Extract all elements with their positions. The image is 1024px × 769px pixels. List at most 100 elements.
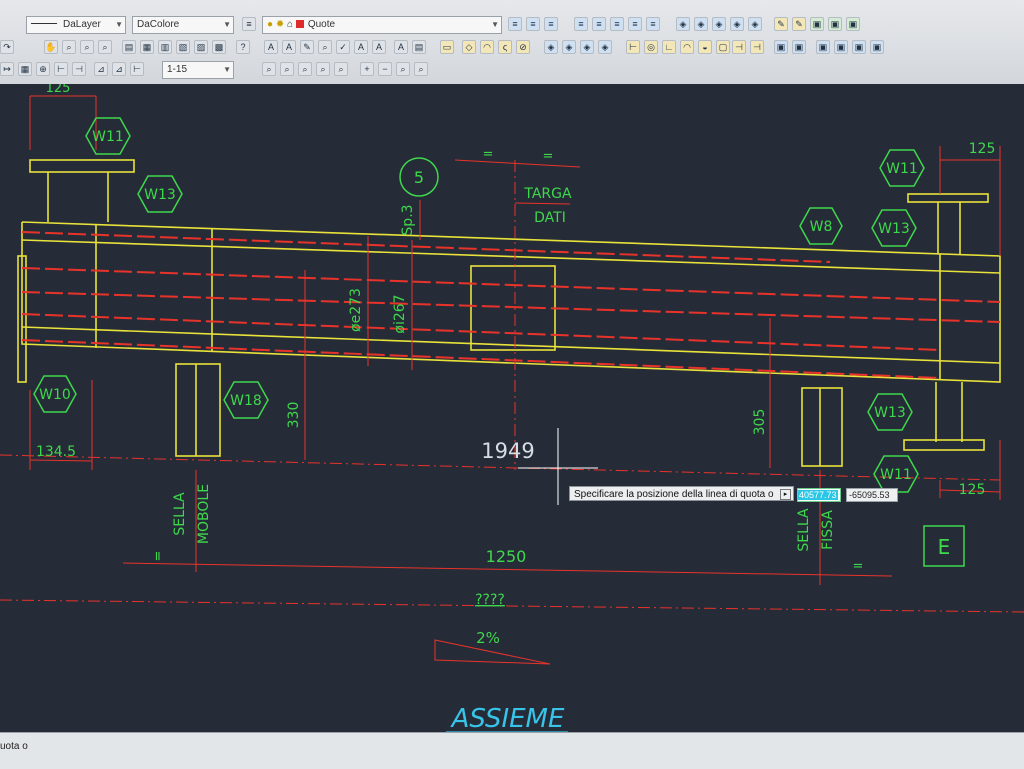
- dim-tool-icon[interactable]: ⊣: [72, 62, 86, 76]
- design-center-icon[interactable]: ▦: [140, 40, 154, 54]
- center-mark-icon[interactable]: ⊕: [36, 62, 50, 76]
- zoom-tool-icon[interactable]: ⌕: [316, 62, 330, 76]
- dimension-break-icon[interactable]: ⊣: [732, 40, 746, 54]
- layer-dropdown[interactable]: ● ✹ ⌂ Quote ▼: [262, 16, 502, 34]
- zoom-window-icon[interactable]: ⌕: [80, 40, 94, 54]
- drawing-title: ASSIEME: [450, 704, 565, 732]
- layer-tool-icon[interactable]: ✎: [792, 17, 806, 31]
- modify-tool-icon[interactable]: ◈: [544, 40, 558, 54]
- y-coordinate-input[interactable]: -65095.53: [846, 488, 898, 502]
- layer-tool-icon[interactable]: ≡: [544, 17, 558, 31]
- zoom-in-icon[interactable]: +: [360, 62, 374, 76]
- drawing-canvas[interactable]: W11 W13 W10 W18 W11 W8 W13 W13 W11 5 E 1…: [0, 84, 1024, 732]
- color-dropdown[interactable]: DaColore ▼: [132, 16, 234, 34]
- dimension-ordinate-icon[interactable]: ◒: [698, 40, 712, 54]
- layer-tool-icon[interactable]: ≡: [508, 17, 522, 31]
- arrow-icon[interactable]: ↦: [0, 62, 14, 76]
- spell-check-icon[interactable]: ✓: [336, 40, 350, 54]
- properties-icon[interactable]: ▤: [122, 40, 136, 54]
- sun-icon: ✹: [275, 19, 285, 30]
- layer-tool-icon[interactable]: ✎: [774, 17, 788, 31]
- zoom-all-icon[interactable]: ⌕: [396, 62, 410, 76]
- layer-tool-icon[interactable]: ≡: [646, 17, 660, 31]
- dim-tool-icon[interactable]: ⊿: [112, 62, 126, 76]
- dim-125-top-left: 125: [46, 84, 71, 96]
- zoom-realtime-icon[interactable]: ⌕: [62, 40, 76, 54]
- layer-tool-icon[interactable]: ▣: [846, 17, 860, 31]
- draw-tool-icon[interactable]: ◇: [462, 40, 476, 54]
- dimension-arc-icon[interactable]: ◠: [680, 40, 694, 54]
- tool-palettes-icon[interactable]: ▥: [158, 40, 172, 54]
- dimension-style-icon[interactable]: ▣: [870, 40, 884, 54]
- modify-tool-icon[interactable]: ◈: [580, 40, 594, 54]
- edit-text-icon[interactable]: ✎: [300, 40, 314, 54]
- dimension-style-icon[interactable]: ▣: [852, 40, 866, 54]
- dimension-linear-icon[interactable]: ⊢: [626, 40, 640, 54]
- layer-tool-icon[interactable]: ▣: [810, 17, 824, 31]
- chevron-down-icon[interactable]: ▼: [223, 17, 231, 33]
- dimension-style-icon[interactable]: ▣: [834, 40, 848, 54]
- layer-tool-icon[interactable]: ▣: [828, 17, 842, 31]
- justify-text-icon[interactable]: A: [394, 40, 408, 54]
- linetype-dropdown[interactable]: DaLayer ▼: [26, 16, 126, 34]
- scale-dropdown[interactable]: 1-15 ▼: [162, 61, 234, 79]
- pan-icon[interactable]: ✋: [44, 40, 58, 54]
- dimension-style-icon[interactable]: ▣: [816, 40, 830, 54]
- options-dropdown-icon[interactable]: ▸: [780, 489, 791, 500]
- calculator-icon[interactable]: ▩: [212, 40, 226, 54]
- sheet-set-icon[interactable]: ▧: [176, 40, 190, 54]
- equal-mark: =: [853, 559, 864, 574]
- chevron-down-icon[interactable]: ▼: [115, 17, 123, 33]
- layer-tool-icon[interactable]: ◈: [730, 17, 744, 31]
- item-number: 5: [414, 168, 424, 187]
- zoom-tool-icon[interactable]: ⌕: [262, 62, 276, 76]
- table-icon[interactable]: ▦: [18, 62, 32, 76]
- draw-tool-icon[interactable]: ς: [498, 40, 512, 54]
- layer-tool-icon[interactable]: ◈: [694, 17, 708, 31]
- layer-tool-icon[interactable]: ≡: [610, 17, 624, 31]
- layer-tool-icon[interactable]: ≡: [592, 17, 606, 31]
- layer-tool-icon[interactable]: ◈: [676, 17, 690, 31]
- layer-tool-icon[interactable]: ≡: [574, 17, 588, 31]
- draw-tool-icon[interactable]: ⊘: [516, 40, 530, 54]
- layer-tool-icon[interactable]: ≡: [628, 17, 642, 31]
- linetype-value: DaLayer: [63, 19, 101, 30]
- single-text-icon[interactable]: A: [282, 40, 296, 54]
- layer-tool-icon[interactable]: ≡: [526, 17, 540, 31]
- zoom-previous-icon[interactable]: ⌕: [98, 40, 112, 54]
- zoom-tool-icon[interactable]: ⌕: [298, 62, 312, 76]
- draw-tool-icon[interactable]: ◠: [480, 40, 494, 54]
- scale-text-icon[interactable]: A: [372, 40, 386, 54]
- dimension-update-icon[interactable]: ▢: [716, 40, 730, 54]
- multiline-text-icon[interactable]: A: [264, 40, 278, 54]
- convert-space-icon[interactable]: ▤: [412, 40, 426, 54]
- tube-lines: [21, 231, 1001, 379]
- x-coordinate-input[interactable]: 40577.73: [797, 488, 841, 502]
- modify-tool-icon[interactable]: ◈: [562, 40, 576, 54]
- chevron-down-icon[interactable]: ▼: [491, 17, 499, 33]
- zoom-extents-icon[interactable]: ⌕: [414, 62, 428, 76]
- layer-tool-icon[interactable]: ◈: [748, 17, 762, 31]
- dim-tool-icon[interactable]: ⊿: [94, 62, 108, 76]
- zoom-out-icon[interactable]: −: [378, 62, 392, 76]
- command-line[interactable]: uota o: [0, 732, 1024, 769]
- help-icon[interactable]: ?: [236, 40, 250, 54]
- chevron-down-icon[interactable]: ▼: [223, 62, 231, 78]
- find-text-icon[interactable]: ⌕: [318, 40, 332, 54]
- dimension-radius-icon[interactable]: ◎: [644, 40, 658, 54]
- dim-tool-icon[interactable]: ⊢: [54, 62, 68, 76]
- dimension-style-icon[interactable]: ▣: [774, 40, 788, 54]
- markup-icon[interactable]: ▨: [194, 40, 208, 54]
- dimension-angular-icon[interactable]: ∟: [662, 40, 676, 54]
- draw-tool-icon[interactable]: ▭: [440, 40, 454, 54]
- modify-tool-icon[interactable]: ◈: [598, 40, 612, 54]
- zoom-tool-icon[interactable]: ⌕: [334, 62, 348, 76]
- dimension-style-icon[interactable]: ▣: [792, 40, 806, 54]
- text-style-icon[interactable]: A: [354, 40, 368, 54]
- dim-tool-icon[interactable]: ⊢: [130, 62, 144, 76]
- redo-icon[interactable]: ↷: [0, 40, 14, 54]
- dimension-space-icon[interactable]: ⊣: [750, 40, 764, 54]
- layer-tool-icon[interactable]: ◈: [712, 17, 726, 31]
- zoom-tool-icon[interactable]: ⌕: [280, 62, 294, 76]
- layer-states-icon[interactable]: ≡: [242, 17, 256, 31]
